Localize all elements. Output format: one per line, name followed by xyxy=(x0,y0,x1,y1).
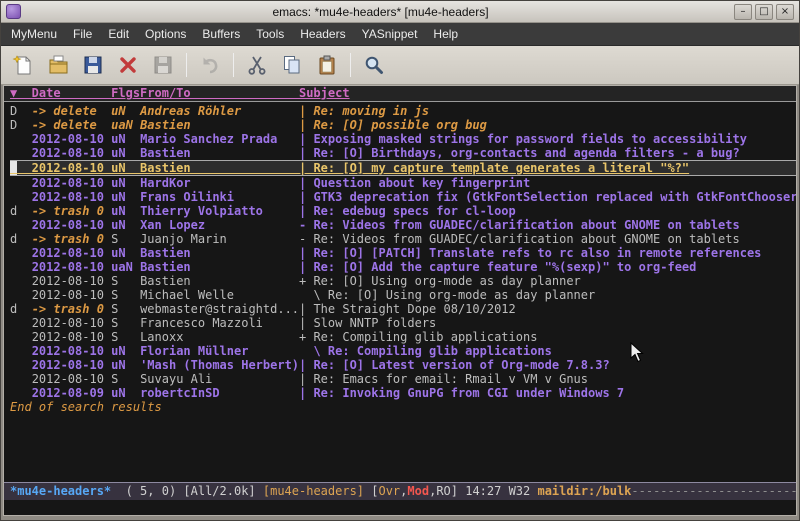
save-as-icon[interactable] xyxy=(147,50,179,80)
paste-icon[interactable] xyxy=(311,50,343,80)
menu-item-mymenu[interactable]: MyMenu xyxy=(3,23,65,45)
message-row[interactable]: d -> trash 0 S Juanjo Marin - Re: Videos… xyxy=(10,232,796,246)
copy-icon[interactable] xyxy=(276,50,308,80)
message-row[interactable]: 2012-08-10 uN Bastien | Re: [O] my captu… xyxy=(10,160,796,176)
message-row[interactable]: 2012-08-10 S Lanoxx + Re: Compiling glib… xyxy=(10,330,796,344)
search-icon[interactable] xyxy=(358,50,390,80)
toolbar-separator xyxy=(350,53,351,77)
menu-item-help[interactable]: Help xyxy=(425,23,466,45)
minimize-button[interactable]: – xyxy=(734,4,752,20)
kill-buffer-icon[interactable] xyxy=(112,50,144,80)
modeline-segment: [ xyxy=(364,484,378,498)
cut-icon[interactable] xyxy=(241,50,273,80)
modeline-segment: Mod xyxy=(407,484,429,498)
tool-bar xyxy=(1,46,799,85)
window-title: emacs: *mu4e-headers* [mu4e-headers] xyxy=(27,5,734,19)
menu-item-file[interactable]: File xyxy=(65,23,100,45)
toolbar-separator xyxy=(233,53,234,77)
title-bar[interactable]: emacs: *mu4e-headers* [mu4e-headers] –□× xyxy=(1,1,799,23)
modeline-segment: 14:27 xyxy=(465,484,501,498)
modeline-segment: RO xyxy=(436,484,450,498)
message-row[interactable]: D -> delete uaN Bastien | Re: [O] possib… xyxy=(10,118,796,132)
message-row[interactable]: d -> trash 0 uN Thierry Volpiatto | Re: … xyxy=(10,204,796,218)
message-row[interactable]: 2012-08-10 uN Bastien | Re: [O] [PATCH] … xyxy=(10,246,796,260)
menu-item-headers[interactable]: Headers xyxy=(292,23,353,45)
toolbar-separator xyxy=(186,53,187,77)
menu-item-tools[interactable]: Tools xyxy=(248,23,292,45)
undo-icon[interactable] xyxy=(194,50,226,80)
modeline-segment: ] xyxy=(451,484,465,498)
menu-item-yasnippet[interactable]: YASnippet xyxy=(354,23,426,45)
menu-item-options[interactable]: Options xyxy=(137,23,194,45)
maximize-button[interactable]: □ xyxy=(755,4,773,20)
save-icon[interactable] xyxy=(77,50,109,80)
menu-bar: MyMenuFileEditOptionsBuffersToolsHeaders… xyxy=(1,23,799,46)
close-button[interactable]: × xyxy=(776,4,794,20)
menu-item-edit[interactable]: Edit xyxy=(100,23,137,45)
echo-area xyxy=(4,500,796,515)
modeline-segment: W32 xyxy=(501,484,537,498)
modeline-segment: *mu4e-headers* xyxy=(10,484,111,498)
message-row[interactable]: 2012-08-10 S Michael Welle \ Re: [O] Usi… xyxy=(10,288,796,302)
header-line[interactable]: ▼ Date FlgsFrom/To Subject xyxy=(4,86,796,102)
text-cursor xyxy=(10,161,17,175)
emacs-frame: ▼ Date FlgsFrom/To Subject D -> delete u… xyxy=(3,85,797,516)
modeline-segment: [mu4e-headers] xyxy=(263,484,364,498)
message-row[interactable]: 2012-08-10 S Francesco Mazzoli | Slow NN… xyxy=(10,316,796,330)
message-row[interactable]: 2012-08-10 uaN Bastien | Re: [O] Add the… xyxy=(10,260,796,274)
menu-item-buffers[interactable]: Buffers xyxy=(194,23,248,45)
modeline-segment: ( 5, 0) [All/2.0k] xyxy=(111,484,263,498)
message-row[interactable]: 2012-08-09 uN robertcInSD | Re: Invoking… xyxy=(10,386,796,400)
message-row[interactable]: 2012-08-10 uN Bastien | Re: [O] Birthday… xyxy=(10,146,796,160)
message-row[interactable]: D -> delete uN Andreas Röhler | Re: movi… xyxy=(10,104,796,118)
message-row[interactable]: 2012-08-10 uN 'Mash (Thomas Herbert)| Re… xyxy=(10,358,796,372)
message-row[interactable]: d -> trash 0 S webmaster@straightd...| T… xyxy=(10,302,796,316)
message-row[interactable]: 2012-08-10 uN Frans Oilinki | GTK3 depre… xyxy=(10,190,796,204)
modeline-segment: ---------------------------------------- xyxy=(631,484,796,498)
message-row[interactable]: 2012-08-10 S Suvayu Ali | Re: Emacs for … xyxy=(10,372,796,386)
message-row[interactable]: 2012-08-10 uN HardKor | Question about k… xyxy=(10,176,796,190)
window-controls: –□× xyxy=(734,4,794,20)
message-row[interactable]: 2012-08-10 uN Mario Sanchez Prada | Expo… xyxy=(10,132,796,146)
message-row[interactable]: 2012-08-10 S Bastien + Re: [O] Using org… xyxy=(10,274,796,288)
headers-buffer: D -> delete uN Andreas Röhler | Re: movi… xyxy=(4,102,796,482)
emacs-window: emacs: *mu4e-headers* [mu4e-headers] –□×… xyxy=(0,0,800,521)
message-row[interactable]: 2012-08-10 uN Xan Lopez - Re: Videos fro… xyxy=(10,218,796,232)
open-file-icon[interactable] xyxy=(42,50,74,80)
modeline-segment: Ovr xyxy=(378,484,400,498)
emacs-icon xyxy=(6,4,21,19)
mode-line: *mu4e-headers* ( 5, 0) [All/2.0k] [mu4e-… xyxy=(4,482,796,500)
new-file-icon[interactable] xyxy=(7,50,39,80)
message-row[interactable]: 2012-08-10 uN Florian Müllner \ Re: Comp… xyxy=(10,344,796,358)
end-of-results-text: End of search results xyxy=(10,400,796,414)
modeline-segment: maildir:/bulk xyxy=(537,484,631,498)
